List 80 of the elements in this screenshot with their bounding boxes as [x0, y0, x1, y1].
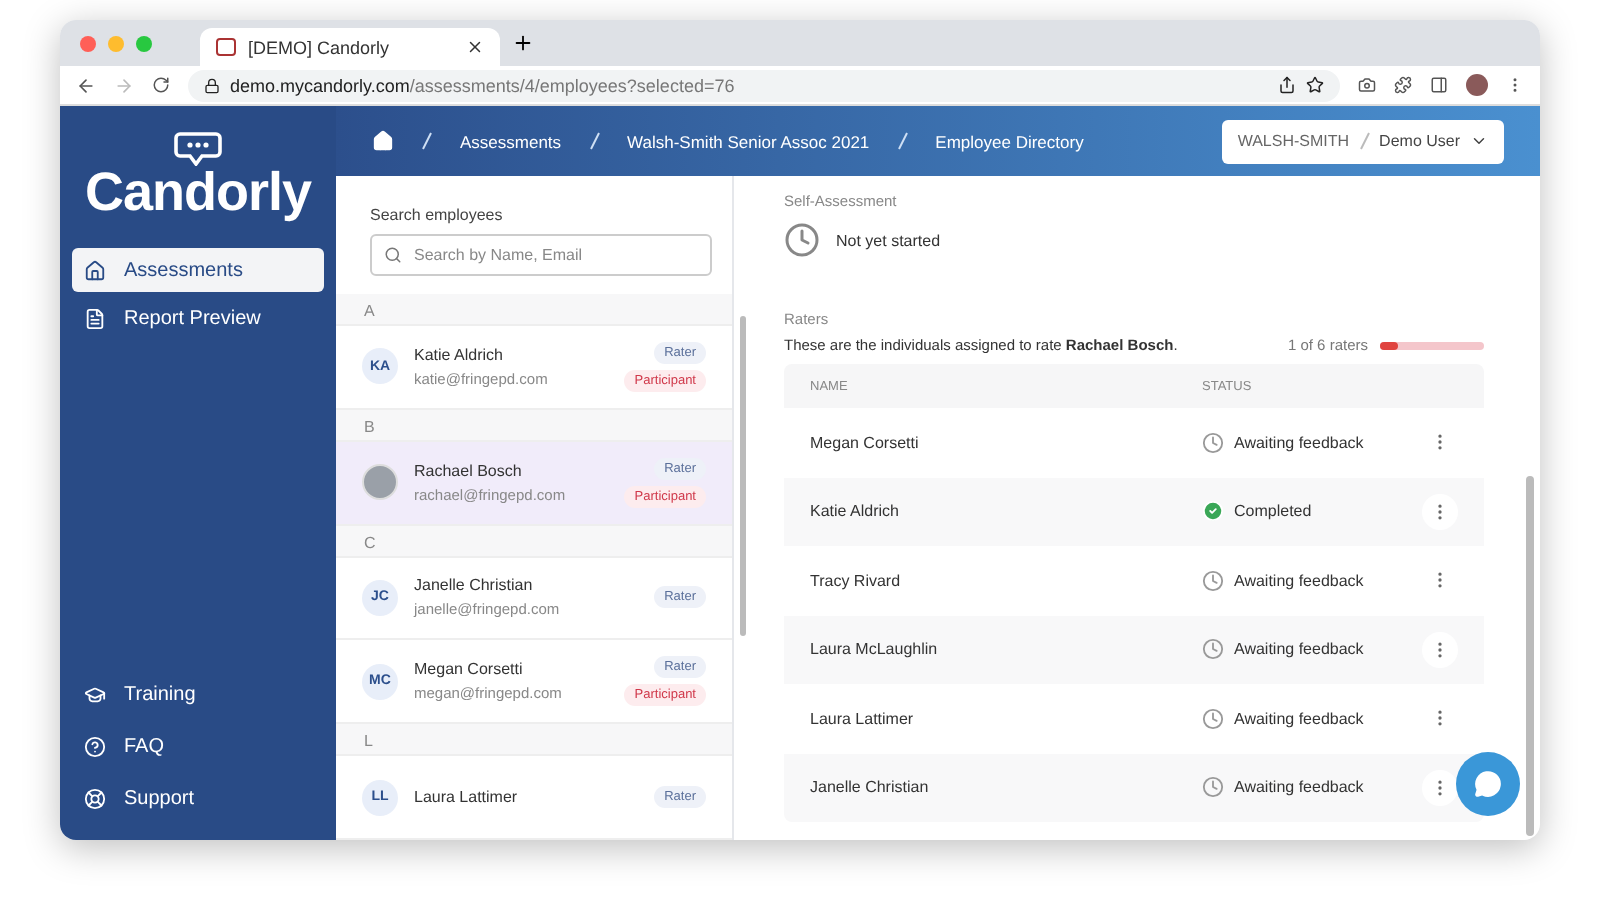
employee-name: Janelle Christian — [414, 576, 535, 595]
search-label: Search employees — [370, 206, 505, 224]
rater-name: Janelle Christian — [810, 778, 931, 797]
clock-icon — [1202, 569, 1224, 592]
nav-item[interactable]: Support — [72, 776, 324, 820]
forward-icon[interactable] — [114, 75, 134, 95]
slash-icon — [897, 132, 908, 150]
reload-icon[interactable] — [152, 76, 170, 94]
employee-name: Laura Lattimer — [414, 788, 520, 807]
group-letter: A — [336, 294, 732, 326]
clock-icon — [1202, 638, 1224, 661]
speech-bubble-icon — [174, 130, 222, 166]
scrollbar-thumb[interactable] — [1526, 476, 1534, 836]
more-options-button[interactable] — [1422, 769, 1458, 806]
search-icon — [384, 246, 402, 264]
status-text: Awaiting feedback — [1234, 778, 1364, 797]
document-icon — [84, 307, 106, 329]
group-letter: B — [336, 409, 732, 442]
lock-icon — [204, 77, 220, 93]
nav-item[interactable]: Assessments — [72, 248, 324, 292]
rater-name: Tracy Rivard — [810, 571, 903, 590]
check-icon — [1202, 500, 1224, 523]
rater-name: Laura Lattimer — [810, 709, 916, 728]
employee-name: Megan Corsetti — [414, 660, 525, 679]
status-text: Awaiting feedback — [1234, 433, 1364, 452]
share-icon[interactable] — [1278, 76, 1296, 94]
slash-icon — [589, 132, 600, 150]
status-text: Not yet started — [836, 231, 941, 249]
favicon-icon — [216, 38, 236, 56]
more-options-button[interactable] — [1422, 493, 1458, 530]
chat-button[interactable] — [1456, 752, 1520, 816]
lifebuoy-icon — [84, 787, 106, 809]
home-icon[interactable] — [372, 130, 394, 152]
minimize-dot[interactable] — [108, 35, 124, 51]
employee-name: Rachael Bosch — [414, 461, 524, 480]
rater-name: Katie Aldrich — [810, 502, 901, 521]
nav-item[interactable]: Training — [72, 672, 324, 716]
nav-item[interactable]: Report Preview — [72, 296, 324, 340]
user-menu-button[interactable]: WALSH-SMITH Demo User — [1221, 119, 1504, 163]
group-letter: L — [336, 724, 732, 757]
chat-bubble-icon — [1474, 770, 1502, 798]
photo-placeholder — [362, 464, 398, 501]
puzzle-icon[interactable] — [1394, 76, 1412, 94]
chevron-down-icon — [1470, 132, 1488, 150]
scrollbar-thumb[interactable] — [739, 316, 745, 636]
breadcrumb-link[interactable]: Walsh-Smith Senior Assoc 2021 — [627, 131, 870, 151]
breadcrumb-link[interactable]: Employee Directory — [935, 131, 1084, 151]
address-field[interactable]: demo.mycandorly.com/assessments/4/employees?selected=76 — [188, 69, 1340, 101]
status-text: Awaiting feedback — [1234, 709, 1364, 728]
help-icon — [84, 735, 106, 757]
slash-icon — [1359, 132, 1370, 150]
breadcrumb-link[interactable]: Assessments — [460, 131, 562, 151]
more-options-button[interactable] — [1422, 631, 1458, 668]
graduation-cap-icon — [84, 683, 106, 705]
avatar-circle[interactable] — [1466, 74, 1488, 96]
clock-icon — [1202, 707, 1224, 730]
zoom-dot[interactable] — [136, 35, 152, 51]
clock-icon — [1202, 776, 1224, 799]
slash-icon — [422, 132, 432, 150]
panel-icon[interactable] — [1430, 76, 1448, 94]
rater-name: Laura McLaughlin — [810, 640, 940, 659]
star-icon[interactable] — [1306, 76, 1324, 94]
employee-name: Katie Aldrich — [414, 345, 505, 364]
close-icon[interactable] — [466, 38, 484, 56]
clock-icon — [784, 222, 820, 258]
group-letter: C — [336, 525, 732, 558]
clock-icon — [1202, 431, 1224, 454]
browser-tab[interactable]: [DEMO] Candorly — [200, 28, 500, 66]
camera-icon[interactable] — [1358, 76, 1376, 94]
new-tab-icon[interactable] — [512, 32, 534, 54]
status-text: Completed — [1234, 502, 1312, 521]
nav-item[interactable]: FAQ — [72, 724, 324, 768]
home-icon — [84, 259, 106, 281]
status-text: Awaiting feedback — [1234, 571, 1364, 590]
back-icon[interactable] — [76, 75, 96, 95]
search-field[interactable]: Search by Name, Email — [370, 234, 712, 276]
rater-name: Megan Corsetti — [810, 433, 921, 452]
status-text: Awaiting feedback — [1234, 640, 1364, 659]
close-dot[interactable] — [80, 35, 96, 51]
logo-text: Candorly — [84, 166, 312, 220]
